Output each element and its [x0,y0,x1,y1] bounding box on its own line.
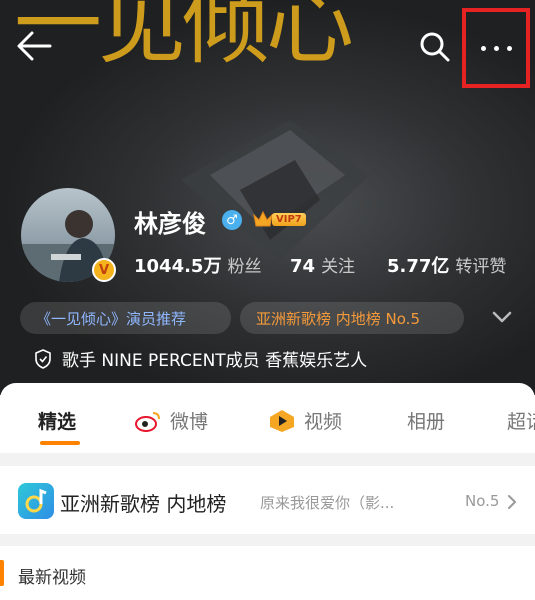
following-label: 关注 [321,257,356,277]
music-chart-logo [18,483,54,519]
interactions-label: 转评赞 [455,257,507,277]
profile-header: 一见倾心 V 林彦俊 ♂ VIP7 1044.5万 粉丝 74 关注 5.77亿… [0,0,535,395]
interactions-stat[interactable]: 5.77亿 转评赞 [387,252,506,278]
tab-bar: 精选 微博 视频 相册 超话 [0,383,535,453]
profile-stats: 1044.5万 粉丝 74 关注 5.77亿 转评赞 [0,252,535,278]
arrow-left-icon [17,31,52,61]
music-chart-row[interactable]: 亚洲新歌榜 内地榜 原来我很爱你（影... No.5 [0,466,535,534]
video-icon [270,409,294,432]
search-button[interactable] [418,30,452,64]
tab-featured[interactable]: 精选 [38,407,76,434]
top-bar [0,0,535,90]
tab-super-topic[interactable]: 超话 [507,407,535,434]
tab-album-label: 相册 [407,411,446,433]
description-text: 歌手 NINE PERCENT成员 香蕉娱乐艺人 [62,351,368,371]
back-button[interactable] [16,30,54,62]
search-icon [420,32,450,62]
active-tab-indicator [40,441,80,445]
profile-name: 林彦俊 [134,210,206,238]
tab-video[interactable]: 视频 [268,407,342,434]
tab-weibo[interactable]: 微博 [134,407,208,434]
latest-videos-title: 最新视频 [18,568,86,588]
followers-label: 粉丝 [227,257,262,277]
tab-featured-label: 精选 [38,411,77,433]
tab-super-topic-label: 超话 [507,411,535,433]
vip-level-label: VIP7 [272,212,306,226]
tab-weibo-label: 微博 [170,411,209,433]
music-note-icon [25,488,47,513]
tab-video-label: 视频 [304,411,343,433]
followers-count: 1044.5万 [134,256,222,277]
expand-tags-button[interactable] [488,304,516,330]
drama-recommend-pill[interactable]: 《一见倾心》演员推荐 [20,302,231,334]
shield-icon [35,348,51,369]
more-dots-icon [480,45,486,51]
music-chart-title: 亚洲新歌榜 内地榜 [60,492,227,516]
profile-description: 歌手 NINE PERCENT成员 香蕉娱乐艺人 [34,346,367,371]
tab-album[interactable]: 相册 [407,407,445,434]
section-accent-bar [0,560,4,586]
latest-videos-section: 最新视频 [0,546,535,600]
chart-rank-pill[interactable]: 亚洲新歌榜 内地榜 No.5 [240,302,464,334]
male-icon: ♂ [222,210,242,230]
crown-icon [253,210,273,227]
music-chart-song: 原来我很爱你（影... [260,494,395,512]
more-options-button[interactable] [462,8,530,88]
interactions-count: 5.77亿 [387,256,450,277]
chevron-right-icon [508,495,517,509]
followers-stat[interactable]: 1044.5万 粉丝 [134,252,261,278]
weibo-icon [135,411,160,432]
following-stat[interactable]: 74 关注 [290,252,355,277]
following-count: 74 [290,256,316,277]
music-chart-rank: No.5 [465,492,500,510]
vip-badge[interactable]: VIP7 [252,209,306,229]
chevron-down-icon [492,311,512,323]
